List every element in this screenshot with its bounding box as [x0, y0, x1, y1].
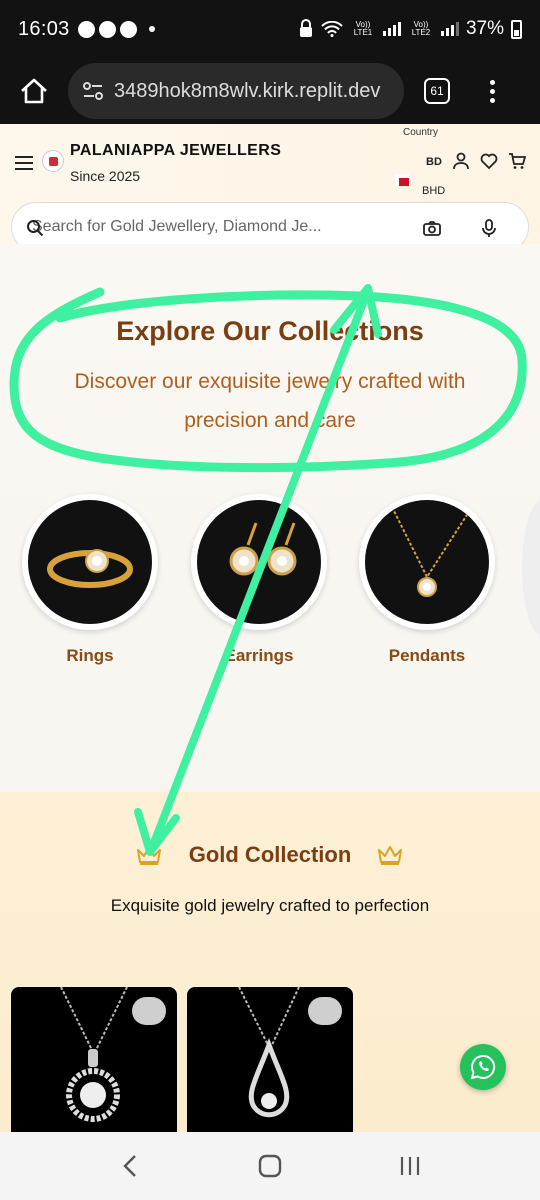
phone-screen: 16:03 Vo)) LTE1 Vo)) LTE2 37% 3489hok8m8… [0, 0, 540, 1200]
home-icon [21, 78, 47, 104]
crown-icon [378, 846, 402, 865]
product-card[interactable] [187, 987, 353, 1132]
webpage: PALANIAPPA JEWELLERS Since 2025 Country … [0, 124, 540, 1132]
country-label: Country [403, 127, 439, 138]
brand-name[interactable]: PALANIAPPA JEWELLERS [70, 142, 281, 160]
user-icon[interactable] [452, 152, 470, 170]
category-earrings[interactable]: Earrings [189, 494, 329, 666]
message-icon [77, 20, 95, 38]
network-label-1: Vo)) LTE1 [353, 20, 373, 37]
browser-menu-button[interactable] [490, 79, 495, 103]
whatsapp-icon [470, 1054, 496, 1080]
category-label[interactable]: Rings [20, 646, 160, 666]
battery-icon [511, 19, 522, 39]
network-label-2: Vo)) LTE2 [411, 20, 431, 37]
wishlist-button[interactable] [132, 997, 166, 1025]
category-label[interactable]: Pendants [357, 646, 497, 666]
collections-title: Explore Our Collections [116, 316, 424, 346]
earrings-icon [229, 522, 297, 576]
brand-since: Since 2025 [70, 168, 141, 184]
system-nav-bar [0, 1132, 540, 1200]
rings-image[interactable] [22, 494, 158, 630]
microphone-icon[interactable] [479, 218, 499, 238]
back-icon [123, 1155, 136, 1177]
lock-icon [299, 19, 312, 37]
back-button[interactable] [115, 1151, 145, 1181]
category-rings[interactable]: Rings [20, 494, 160, 666]
whatsapp-notification-icon [98, 20, 116, 38]
hamburger-menu-icon[interactable] [15, 156, 33, 174]
site-header: PALANIAPPA JEWELLERS Since 2025 Country … [0, 124, 540, 252]
collections-subtitle: Discover our exquisite jewelry crafted w… [74, 370, 466, 432]
browser-toolbar: 3489hok8m8wlv.kirk.replit.dev 61 [0, 58, 540, 124]
bahrain-flag-icon[interactable] [395, 174, 409, 186]
recents-button[interactable] [395, 1151, 425, 1181]
status-bar: 16:03 Vo)) LTE1 Vo)) LTE2 37% [0, 0, 540, 58]
pendants-image[interactable] [359, 494, 495, 630]
battery-percent: 37% [465, 18, 504, 39]
more-notifications-icon [148, 26, 155, 32]
url-text: 3489hok8m8wlv.kirk.replit.dev [114, 79, 381, 102]
ring-icon [47, 549, 133, 588]
gold-collection-section: Gold Collection Exquisite gold jewelry c… [0, 792, 540, 1132]
search-icon[interactable] [26, 219, 44, 237]
tab-switcher-button[interactable]: 61 [424, 78, 450, 104]
address-bar[interactable]: 3489hok8m8wlv.kirk.replit.dev [68, 63, 404, 119]
wishlist-button[interactable] [308, 997, 342, 1025]
cart-icon[interactable] [508, 152, 526, 170]
brand-logo[interactable] [42, 150, 64, 172]
home-button[interactable] [12, 69, 56, 113]
earrings-image[interactable] [191, 494, 327, 630]
currency-label[interactable]: BHD [422, 185, 445, 197]
status-right: Vo)) LTE1 Vo)) LTE2 37% [298, 18, 522, 40]
heart-icon[interactable] [480, 152, 498, 170]
recents-icon [400, 1157, 420, 1175]
search-input[interactable]: Search for Gold Jewellery, Diamond Je... [32, 218, 322, 236]
wifi-icon [321, 21, 343, 37]
whatsapp-notification-icon-2 [119, 20, 137, 38]
signal-icon-2 [440, 22, 459, 36]
country-selector[interactable]: BD [426, 156, 442, 168]
category-pendants[interactable]: Pendants [357, 494, 497, 666]
camera-icon[interactable] [422, 218, 442, 238]
category-label[interactable]: Earrings [189, 646, 329, 666]
status-time: 16:03 [18, 17, 70, 40]
site-settings-icon[interactable] [80, 78, 106, 104]
whatsapp-chat-button[interactable] [460, 1044, 506, 1090]
notification-icons [77, 20, 155, 38]
category-next-partial[interactable] [522, 500, 540, 636]
collections-section: Explore Our Collections Discover our exq… [0, 244, 540, 792]
signal-icon-1 [382, 22, 401, 36]
gold-collection-subtitle: Exquisite gold jewelry crafted to perfec… [110, 896, 430, 915]
home-nav-button[interactable] [255, 1151, 285, 1181]
product-card[interactable] [11, 987, 177, 1132]
pendant-icon [391, 507, 473, 597]
home-nav-icon [258, 1154, 282, 1178]
gold-collection-title: Gold Collection [188, 842, 352, 867]
